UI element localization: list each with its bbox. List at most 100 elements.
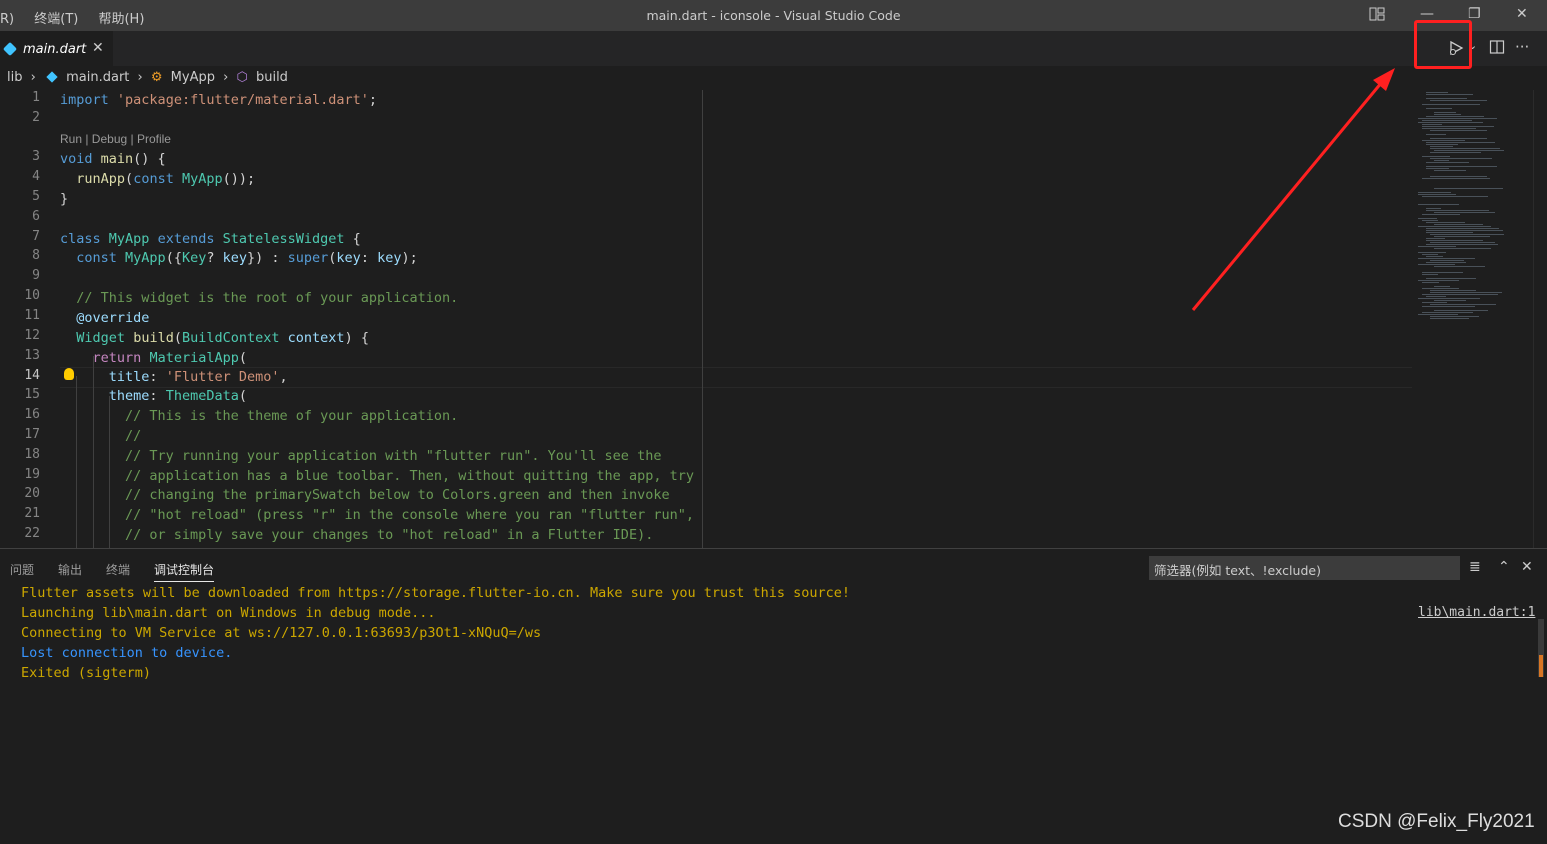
code-line: void main() { — [60, 151, 166, 167]
editor-scrollbar[interactable] — [1533, 90, 1547, 548]
minimap-line — [1418, 314, 1458, 315]
code-comment: // changing the primarySwatch below to C… — [60, 487, 670, 503]
line-number-active: 14 — [24, 368, 40, 383]
minimap-line — [1418, 118, 1497, 119]
line-number: 2 — [32, 110, 40, 125]
line-number: 9 — [32, 268, 40, 283]
code-comment: // "hot reload" (press "r" in the consol… — [60, 507, 694, 523]
minimap-line — [1418, 258, 1475, 259]
line-number: 22 — [24, 526, 40, 541]
code-line: } — [60, 191, 69, 207]
code-comment: // or simply save your changes to "hot r… — [60, 527, 654, 543]
chevron-up-icon[interactable]: ⌃ — [1498, 559, 1510, 575]
minimap-line — [1430, 290, 1476, 291]
minimap-line — [1422, 156, 1450, 157]
minimap-line — [1422, 126, 1494, 127]
minimap-line — [1422, 214, 1460, 215]
minimap-line — [1422, 120, 1472, 121]
minimap-line — [1422, 312, 1473, 313]
minimap-line — [1426, 244, 1498, 245]
code-line: const MyApp({Key? key}) : super(key: key… — [76, 250, 418, 266]
close-panel-icon[interactable]: ✕ — [1521, 559, 1533, 575]
code-comment: // Try running your application with "fl… — [60, 448, 662, 464]
breadcrumb-separator: › — [30, 70, 36, 85]
minimap-line — [1422, 282, 1439, 283]
minimap[interactable] — [1418, 90, 1530, 330]
breadcrumb-class[interactable]: MyApp — [171, 70, 215, 85]
minimap-line — [1430, 158, 1492, 159]
tab-terminal[interactable]: 终端 — [106, 561, 130, 578]
code-comment: // application has a blue toolbar. Then,… — [60, 468, 694, 484]
breadcrumb-method[interactable]: build — [256, 70, 288, 85]
minimap-line — [1434, 114, 1461, 115]
minimap-line — [1434, 112, 1456, 113]
minimap-line — [1434, 212, 1495, 213]
minimap-line — [1418, 192, 1451, 193]
minimap-line — [1430, 234, 1504, 235]
filter-input[interactable]: 筛选器(例如 text、!exclude) — [1149, 556, 1460, 580]
line-number: 5 — [32, 189, 40, 204]
minimap-line — [1418, 204, 1459, 205]
minimap-line — [1418, 252, 1446, 253]
minimap-line — [1422, 254, 1438, 255]
tab-debug-console[interactable]: 调试控制台 — [154, 561, 215, 582]
tab-output[interactable]: 输出 — [58, 561, 82, 578]
minimap-line — [1422, 104, 1480, 105]
line-number: 15 — [24, 387, 40, 402]
minimap-line — [1430, 260, 1464, 261]
line-number: 4 — [32, 169, 40, 184]
minimap-line — [1434, 188, 1503, 189]
code-editor[interactable]: 1 2 3 4 5 6 7 8 9 10 11 12 13 14 15 16 1… — [0, 90, 1530, 548]
minimap-line — [1430, 318, 1469, 319]
breadcrumb: lib › main.dart › ⚙ MyApp › ⬡ build — [0, 70, 292, 90]
tab-problems[interactable]: 问题 — [10, 561, 34, 578]
minimap-line — [1426, 230, 1503, 231]
minimap-line — [1430, 176, 1487, 177]
minimap-line — [1430, 148, 1500, 149]
breadcrumb-file[interactable]: main.dart — [66, 70, 129, 85]
minimap-line — [1434, 286, 1450, 287]
code-line: class MyApp extends StatelessWidget { — [60, 231, 361, 247]
minimap-line — [1426, 108, 1452, 109]
minimap-line — [1418, 298, 1480, 299]
minimap-line — [1434, 150, 1504, 151]
minimap-line — [1422, 124, 1442, 125]
line-number: 12 — [24, 328, 40, 343]
minimap-line — [1426, 262, 1466, 263]
class-icon: ⚙ — [150, 70, 163, 85]
minimap-line — [1426, 228, 1499, 229]
minimap-line — [1418, 122, 1483, 123]
code-line: Widget build(BuildContext context) { — [76, 330, 369, 346]
line-number: 6 — [32, 209, 40, 224]
minimap-line — [1426, 162, 1469, 163]
minimap-line — [1426, 232, 1473, 233]
minimap-line — [1422, 272, 1463, 273]
minimap-line — [1430, 304, 1496, 305]
source-link[interactable]: lib\main.dart:1 — [1418, 605, 1535, 620]
minimap-line — [1426, 296, 1446, 297]
minimap-line — [1422, 220, 1438, 221]
minimap-line — [1434, 266, 1485, 267]
minimap-line — [1434, 160, 1449, 161]
minimap-line — [1426, 142, 1495, 143]
minimap-line — [1422, 178, 1490, 179]
minimap-line — [1426, 256, 1443, 257]
breadcrumb-folder[interactable]: lib — [7, 70, 22, 85]
minimap-line — [1434, 170, 1466, 171]
code-comment: // — [60, 428, 142, 444]
line-number: 13 — [24, 348, 40, 363]
minimap-line — [1418, 246, 1456, 247]
line-number: 16 — [24, 407, 40, 422]
code-line: return MaterialApp( — [92, 350, 247, 366]
minimap-line — [1422, 294, 1498, 295]
minimap-line — [1426, 210, 1489, 211]
minimap-line — [1418, 280, 1459, 281]
minimap-line — [1434, 236, 1490, 237]
line-number: 11 — [24, 308, 40, 323]
minimap-line — [1430, 146, 1453, 147]
method-icon: ⬡ — [236, 70, 248, 85]
minimap-line — [1422, 306, 1475, 307]
minimap-line — [1426, 238, 1445, 239]
line-number: 21 — [24, 506, 40, 521]
list-icon[interactable]: ≣ — [1469, 559, 1481, 575]
